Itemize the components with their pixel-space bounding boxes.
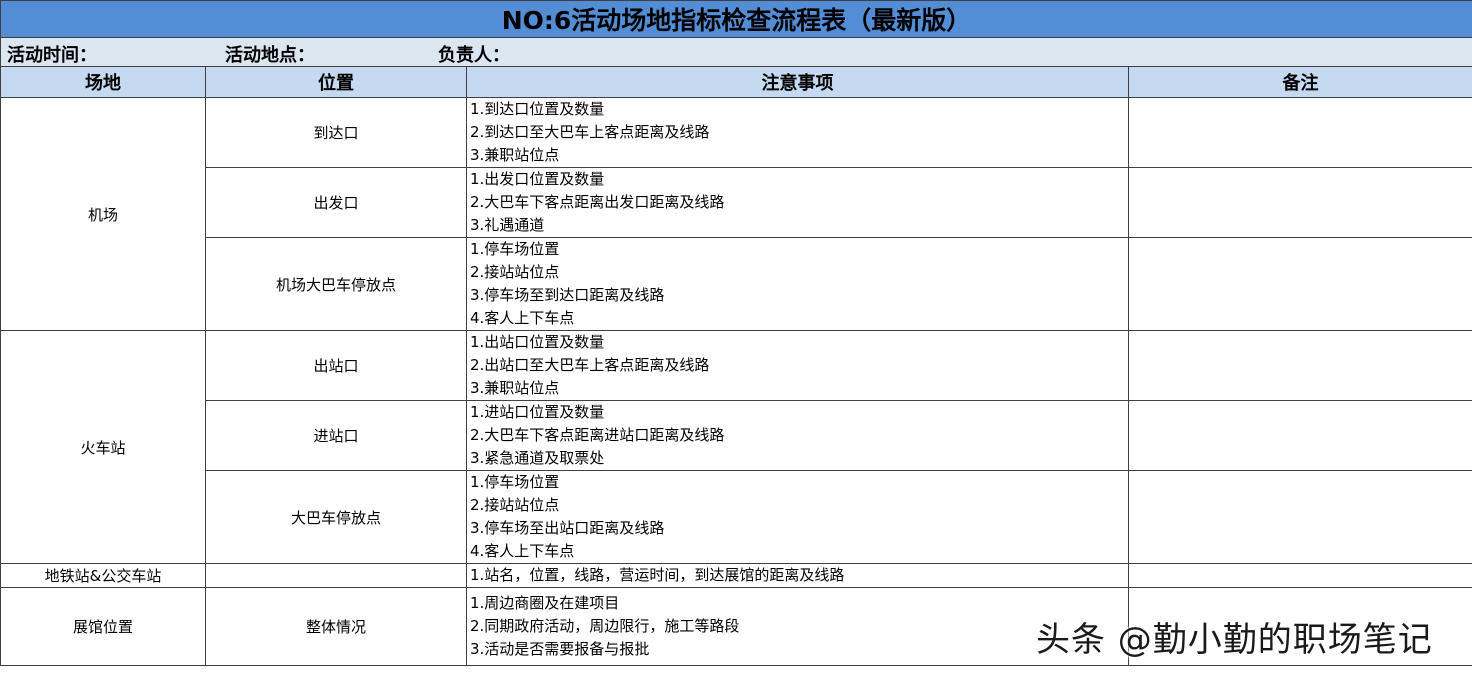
note-line: 1.进站口位置及数量 xyxy=(470,403,605,421)
table-row: 大巴车停放点 1.停车场位置 2.接站站位点 3.停车场至出站口距离及线路 4.客人上下… xyxy=(1,470,1472,564)
note-line: 3.停车场至出站口距离及线路 xyxy=(470,519,665,537)
table-row: 地铁站&公交车站 1.站名，位置，线路，营运时间，到达展馆的距离及线路 xyxy=(0,563,1472,588)
header-position: 位置 xyxy=(205,66,467,98)
position-cell: 出发口 xyxy=(205,167,467,238)
note-line: 2.出站口至大巴车上客点距离及线路 xyxy=(470,356,710,374)
remarks-cell[interactable] xyxy=(1127,167,1472,238)
note-line: 1.站名，位置，线路，营运时间，到达展馆的距离及线路 xyxy=(470,566,845,584)
note-line: 2.到达口至大巴车上客点距离及线路 xyxy=(470,123,710,141)
owner-label: 负责人： xyxy=(438,45,510,66)
notes-cell: 1.到达口位置及数量 2.到达口至大巴车上客点距离及线路 3.兼职站位点 xyxy=(466,97,1129,168)
watermark-text: 头条 @勤小勤的职场笔记 xyxy=(1036,620,1433,660)
position-cell: 进站口 xyxy=(205,400,467,471)
note-line: 2.同期政府活动，周边限行，施工等路段 xyxy=(470,617,740,635)
note-line: 1.周边商圈及在建项目 xyxy=(470,594,620,612)
note-line: 4.客人上下车点 xyxy=(470,542,575,560)
note-line: 3.活动是否需要报备与报批 xyxy=(470,640,650,658)
note-line: 1.停车场位置 xyxy=(470,473,560,491)
note-line: 3.紧急通道及取票处 xyxy=(470,449,605,467)
notes-cell: 1.站名，位置，线路，营运时间，到达展馆的距离及线路 xyxy=(466,563,1129,588)
notes-cell: 1.出发口位置及数量 2.大巴车下客点距离出发口距离及线路 3.礼遇通道 xyxy=(466,167,1129,238)
note-line: 2.接站站位点 xyxy=(470,496,560,514)
note-line: 1.出发口位置及数量 xyxy=(470,170,605,188)
note-line: 3.礼遇通道 xyxy=(470,216,545,234)
remarks-cell[interactable] xyxy=(1127,330,1472,401)
remarks-cell[interactable] xyxy=(1127,470,1472,564)
checklist-table: NO:6活动场地指标检查流程表（最新版） 活动时间： 活动地点： 负责人： 场地… xyxy=(0,0,1472,666)
header-venue: 场地 xyxy=(0,66,206,98)
table-row: 进站口 1.进站口位置及数量 2.大巴车下客点距离进站口距离及线路 3.紧急通道及取票… xyxy=(1,400,1472,471)
activity-time-label: 活动时间： xyxy=(7,45,97,66)
note-line: 2.大巴车下客点距离出发口距离及线路 xyxy=(470,193,725,211)
position-cell xyxy=(205,563,467,588)
remarks-cell[interactable] xyxy=(1127,563,1472,588)
notes-cell: 1.进站口位置及数量 2.大巴车下客点距离进站口距离及线路 3.紧急通道及取票处 xyxy=(466,400,1129,471)
note-line: 3.兼职站位点 xyxy=(470,379,560,397)
table-row: 机场 到达口 1.到达口位置及数量 2.到达口至大巴车上客点距离及线路 3.兼职站位点 xyxy=(0,97,1472,331)
note-line: 4.客人上下车点 xyxy=(470,309,575,327)
position-cell: 大巴车停放点 xyxy=(205,470,467,564)
note-line: 2.大巴车下客点距离进站口距离及线路 xyxy=(470,426,725,444)
notes-cell: 1.周边商圈及在建项目 2.同期政府活动，周边限行，施工等路段 3.活动是否需要报备… xyxy=(466,587,1129,666)
notes-cell: 1.停车场位置 2.接站站位点 3.停车场至出站口距离及线路 4.客人上下车点 xyxy=(466,470,1129,564)
position-cell: 出站口 xyxy=(205,330,467,401)
remarks-cell[interactable] xyxy=(1127,97,1472,168)
venue-cell: 机场 xyxy=(0,97,206,331)
remarks-cell[interactable] xyxy=(1127,400,1472,471)
header-notes: 注意事项 xyxy=(466,66,1129,98)
position-cell: 到达口 xyxy=(205,97,467,168)
page-title: NO:6活动场地指标检查流程表（最新版） xyxy=(0,0,1472,38)
meta-row: 活动时间： 活动地点： 负责人： xyxy=(0,37,1472,67)
note-line: 3.停车场至到达口距离及线路 xyxy=(470,286,665,304)
notes-cell: 1.出站口位置及数量 2.出站口至大巴车上客点距离及线路 3.兼职站位点 xyxy=(466,330,1129,401)
note-line: 1.出站口位置及数量 xyxy=(470,333,605,351)
venue-cell: 展馆位置 xyxy=(0,587,206,666)
note-line: 2.接站站位点 xyxy=(470,263,560,281)
table-row: 火车站 出站口 1.出站口位置及数量 2.出站口至大巴车上客点距离及线路 3.兼职站位点 xyxy=(0,330,1472,564)
activity-location-label: 活动地点： xyxy=(225,45,315,66)
table-row: 出发口 1.出发口位置及数量 2.大巴车下客点距离出发口距离及线路 3.礼遇通道 xyxy=(1,167,1472,238)
table-row: 机场大巴车停放点 1.停车场位置 2.接站站位点 3.停车场至到达口距离及线路 4.客人… xyxy=(1,237,1472,331)
position-cell: 机场大巴车停放点 xyxy=(205,237,467,331)
note-line: 1.停车场位置 xyxy=(470,240,560,258)
note-line: 1.到达口位置及数量 xyxy=(470,100,605,118)
notes-cell: 1.停车场位置 2.接站站位点 3.停车场至到达口距离及线路 4.客人上下车点 xyxy=(466,237,1129,331)
remarks-cell[interactable] xyxy=(1127,237,1472,331)
header-remarks: 备注 xyxy=(1127,66,1472,98)
note-line: 3.兼职站位点 xyxy=(470,146,560,164)
venue-cell: 火车站 xyxy=(0,330,206,564)
position-cell: 整体情况 xyxy=(205,587,467,666)
venue-cell: 地铁站&公交车站 xyxy=(0,563,206,588)
